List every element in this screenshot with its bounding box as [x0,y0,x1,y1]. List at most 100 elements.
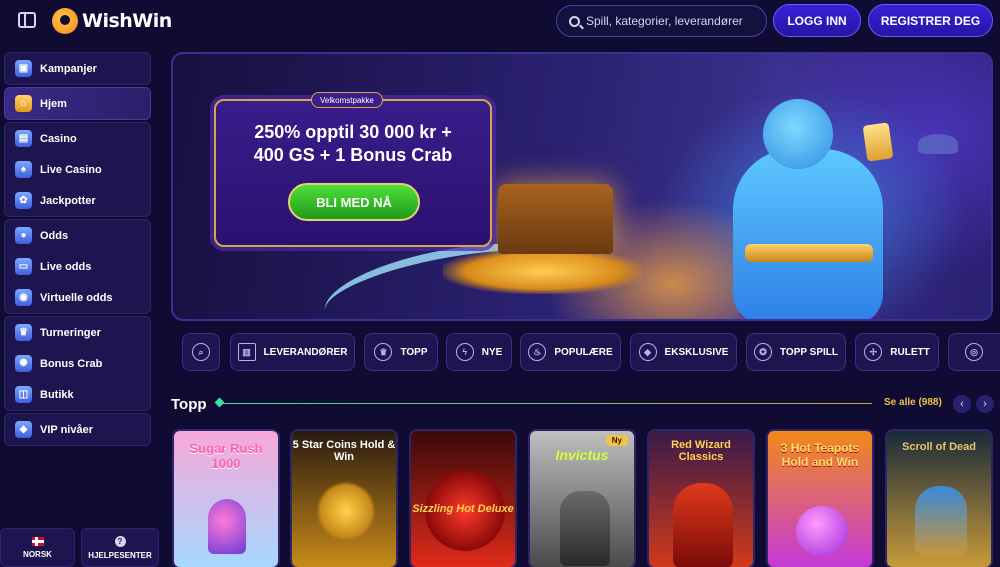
sidebar-item-virtuelle-odds[interactable]: ◉ Virtuelle odds [5,282,150,313]
see-all-link[interactable]: Se alle (988) [884,397,942,408]
sidebar-item-label: Odds [40,229,69,242]
sidebar-toggle-icon[interactable] [18,12,36,28]
game-card[interactable]: Sizzling Hot Deluxe [409,429,517,567]
scroll-left-button[interactable]: ‹ [953,395,971,413]
coins-art [443,249,643,294]
logo[interactable]: WishWin [52,7,172,35]
sidebar-item-kampanjer[interactable]: ▣ Kampanjer [5,53,150,84]
roulette-icon: ✢ [864,343,883,361]
category-label: LEVERANDØRER [263,346,348,358]
sidebar-item-vip[interactable]: ◆ VIP nivåer [5,414,150,445]
language-button[interactable]: NORSK [0,528,75,567]
game-title: Scroll of Dead [902,441,976,453]
lightning-icon: ϟ [455,343,474,361]
game-title: Sugar Rush 1000 [189,441,263,471]
live-odds-icon: ▭ [15,258,32,275]
category-populaere[interactable]: ♨ POPULÆRE [520,333,621,371]
help-center-label: HJELPESENTER [88,550,152,560]
sidebar-item-label: Live odds [40,260,92,273]
category-search[interactable]: ⌕ [182,333,220,371]
category-label: EKSKLUSIVE [664,346,729,358]
language-label: NORSK [23,549,52,559]
game-card[interactable]: 3 Hot Teapots Hold and Win [766,429,874,567]
game-card[interactable]: Scroll of Dead [885,429,993,567]
nav-group-vip: ◆ VIP nivåer [4,413,151,446]
game-title: Invictus [555,447,609,463]
category-topp[interactable]: ♛ TOPP [364,333,438,371]
home-icon: ⌂ [15,95,32,112]
sidebar-item-jackpotter[interactable]: ✿ Jackpotter [5,185,150,216]
question-icon: ? [114,535,126,547]
category-rulett[interactable]: ✢ RULETT [855,333,939,371]
sidebar-item-label: Turneringer [40,326,101,339]
category-nye[interactable]: ϟ NYE [446,333,512,371]
category-more[interactable]: ◎ [948,333,1000,371]
welcome-offer-panel: Velkomstpakke 250% opptil 30 000 kr + 40… [214,92,492,247]
category-topp-spill[interactable]: ✪ TOPP SPILL [746,333,846,371]
football-icon: ● [15,227,32,244]
category-label: RULETT [890,346,930,358]
join-now-button[interactable]: BLI MED NÅ [288,183,420,221]
sidebar-item-label: Hjem [40,97,67,110]
sidebar: ▣ Kampanjer ⌂ Hjem ▤ Casino ♠ Live Casin… [0,48,160,567]
game-card[interactable]: Sugar Rush 1000 [172,429,280,567]
search-input[interactable] [586,14,756,28]
nav-group-casino: ▤ Casino ♠ Live Casino ✿ Jackpotter [4,122,151,217]
gift-icon: ▣ [15,60,32,77]
treasure-chest-art [498,184,613,254]
gladiator-art [560,491,610,566]
category-leverandorer[interactable]: ▥ LEVERANDØRER [230,333,355,371]
star-art [316,481,376,541]
game-card[interactable]: Ny Invictus [528,429,636,567]
register-button[interactable]: REGISTRER DEG [868,4,993,37]
sidebar-item-live-casino[interactable]: ♠ Live Casino [5,154,150,185]
category-label: TOPP SPILL [780,346,838,358]
promo-title-line1: 250% opptil 30 000 kr + [254,122,452,142]
help-center-button[interactable]: ? HJELPESENTER [81,528,159,567]
sidebar-item-label: VIP nivåer [40,423,93,436]
game-card[interactable]: Red Wizard Classics [647,429,755,567]
crown-icon: ♛ [374,343,393,361]
sidebar-item-label: Casino [40,132,77,145]
category-eksklusive[interactable]: ◆ EKSKLUSIVE [630,333,737,371]
sidebar-item-label: Kampanjer [40,62,97,75]
provider-icon: ▥ [237,343,256,361]
scroll-right-button[interactable]: › [976,395,994,413]
live-casino-icon: ♠ [15,161,32,178]
medal-icon: ✪ [754,343,772,361]
sidebar-item-hjem[interactable]: ⌂ Hjem [5,88,150,119]
promo-title: 250% opptil 30 000 kr + 400 GS + 1 Bonus… [216,121,490,167]
diamond-icon: ◆ [638,343,657,361]
category-label: TOPP [400,346,428,358]
sidebar-item-live-odds[interactable]: ▭ Live odds [5,251,150,282]
sidebar-item-label: Butikk [40,388,74,401]
jackpot-icon: ✿ [15,192,32,209]
section-divider [220,403,872,404]
game-title: Sizzling Hot Deluxe [412,503,514,515]
nav-group-home: ⌂ Hjem [4,87,151,120]
promo-tag: Velkomstpakke [311,92,383,108]
sidebar-item-butikk[interactable]: ◫ Butikk [5,379,150,410]
sidebar-item-bonus-crab[interactable]: ✺ Bonus Crab [5,348,150,379]
game-title: Red Wizard Classics [671,439,731,463]
sidebar-item-label: Jackpotter [40,194,96,207]
vip-diamond-icon: ◆ [15,421,32,438]
hero-banner[interactable]: Velkomstpakke 250% opptil 30 000 kr + 40… [171,52,993,321]
sidebar-item-odds[interactable]: ● Odds [5,220,150,251]
sidebar-item-label: Live Casino [40,163,102,176]
sidebar-item-label: Bonus Crab [40,357,103,370]
logo-mark-icon [52,8,78,34]
game-card[interactable]: 5 Star Coins Hold & Win [290,429,398,567]
search-bar[interactable] [556,5,767,37]
genie-head-art [763,99,833,169]
search-icon: ⌕ [192,343,210,361]
sidebar-item-casino[interactable]: ▤ Casino [5,123,150,154]
pharaoh-art [915,486,967,556]
login-button[interactable]: LOGG INN [773,4,861,37]
header: WishWin LOGG INN REGISTRER DEG [0,0,1000,42]
sidebar-item-turneringer[interactable]: ♛ Turneringer [5,317,150,348]
fire-icon: ♨ [528,343,547,361]
game-title: 3 Hot Teapots Hold and Win [780,441,860,469]
new-badge: Ny [605,435,628,446]
category-bar: ⌕ ▥ LEVERANDØRER ♛ TOPP ϟ NYE ♨ POPULÆRE… [182,333,1000,371]
